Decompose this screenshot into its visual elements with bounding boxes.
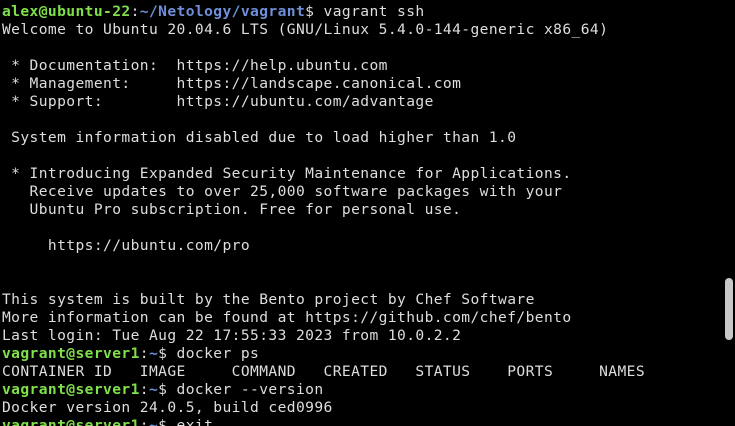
output-line: Docker version 24.0.5, build ced0996: [2, 399, 333, 416]
vertical-scrollbar[interactable]: [723, 0, 735, 426]
output-line: System information disabled due to load …: [2, 129, 517, 146]
terminal-window[interactable]: alex@ubuntu-22:~/Netology/vagrant$ vagra…: [0, 0, 735, 426]
output-line: More information can be found at https:/…: [2, 309, 572, 326]
output-line: Ubuntu Pro subscription. Free for person…: [2, 201, 462, 218]
output-line: CONTAINER ID IMAGE COMMAND CREATED STATU…: [2, 363, 646, 380]
output-line: Receive updates to over 25,000 software …: [2, 183, 563, 200]
prompt-line: vagrant@server1:~$ docker --version: [2, 381, 324, 398]
output-line: * Introducing Expanded Security Maintena…: [2, 165, 572, 182]
prompt-line: vagrant@server1:~$ docker ps: [2, 345, 260, 362]
output-line: This system is built by the Bento projec…: [2, 291, 535, 308]
output-line: Welcome to Ubuntu 20.04.6 LTS (GNU/Linux…: [2, 21, 609, 38]
output-line: https://ubuntu.com/pro: [2, 237, 251, 254]
output-line: * Support: https://ubuntu.com/advantage: [2, 93, 434, 110]
prompt-line: vagrant@server1:~$ exit: [2, 417, 214, 426]
output-line: * Management: https://landscape.canonica…: [2, 75, 462, 92]
output-line: * Documentation: https://help.ubuntu.com: [2, 57, 388, 74]
terminal-output: alex@ubuntu-22:~/Netology/vagrant$ vagra…: [2, 3, 645, 426]
scrollbar-thumb[interactable]: [725, 278, 733, 340]
output-line: Last login: Tue Aug 22 17:55:33 2023 fro…: [2, 327, 462, 344]
prompt-line: alex@ubuntu-22:~/Netology/vagrant$ vagra…: [2, 3, 425, 20]
